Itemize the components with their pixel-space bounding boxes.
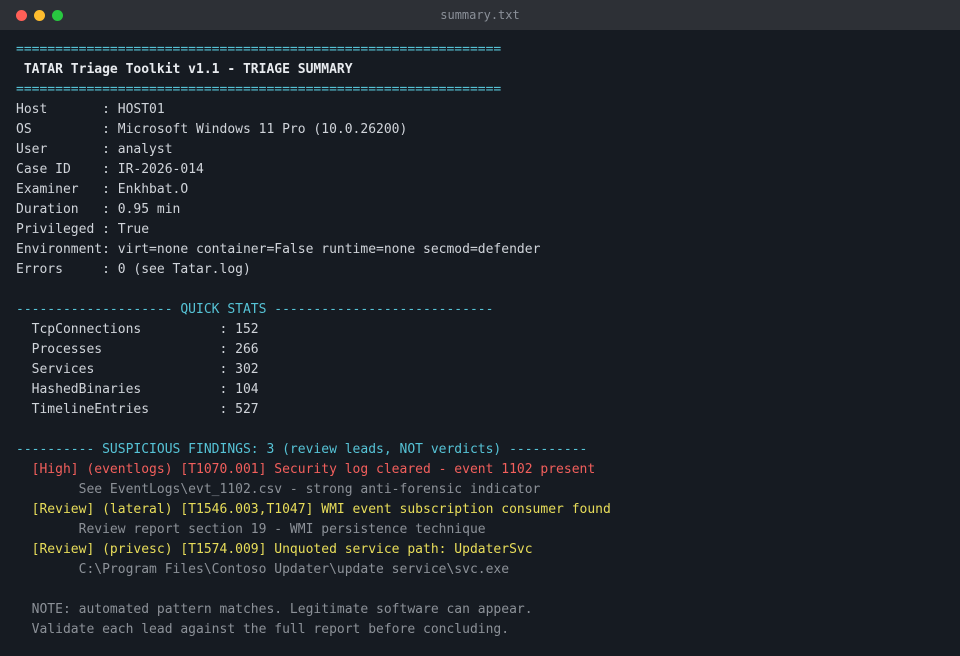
info-separator: : [102,262,118,277]
info-label: Privileged [16,222,103,237]
info-row-examiner: Examiner : Enkhbat.O [16,180,952,200]
stat-row: Processes : 266 [16,340,952,360]
summary-text[interactable]: ========================================… [16,40,952,640]
stat-separator: : [219,382,236,397]
info-separator: : [102,122,118,137]
info-value: virt=none container=False runtime=none s… [117,242,541,257]
stat-separator: : [219,362,236,377]
info-label: Host [16,102,103,117]
note-line: Validate each lead against the full repo… [16,622,510,637]
info-value: 0 (see Tatar.log) [117,262,251,277]
header-rule-top: ========================================… [16,42,502,57]
info-value: Microsoft Windows 11 Pro (10.0.26200) [117,122,408,137]
info-label: Examiner [16,182,103,197]
stat-value: 302 [235,362,259,377]
info-label: OS [16,122,103,137]
finding-detail: See EventLogs\evt_1102.csv - strong anti… [16,482,541,497]
finding-detail: C:\Program Files\Contoso Updater\update … [16,562,510,577]
info-separator: : [102,102,118,117]
info-separator: : [102,142,118,157]
stat-row: TimelineEntries : 527 [16,400,952,420]
stat-name: Processes [16,342,220,357]
info-row-os: OS : Microsoft Windows 11 Pro (10.0.2620… [16,120,952,140]
info-row-user: User : analyst [16,140,952,160]
info-row-privileged: Privileged : True [16,220,952,240]
stat-name: HashedBinaries [16,382,220,397]
finding-review: [Review] (lateral) [T1546.003,T1047] WMI… [16,502,611,517]
info-value: True [117,222,150,237]
findings-header: ---------- SUSPICIOUS FINDINGS: 3 (revie… [16,442,588,457]
stat-value: 527 [235,402,259,417]
stat-name: Services [16,362,220,377]
info-row-duration: Duration : 0.95 min [16,200,952,220]
info-value: analyst [117,142,173,157]
info-separator: : [102,202,118,217]
info-value: Enkhbat.O [117,182,189,197]
finding-review: [Review] (privesc) [T1574.009] Unquoted … [16,542,533,557]
stat-row: Services : 302 [16,360,952,380]
info-value: IR-2026-014 [117,162,204,177]
stat-value: 266 [235,342,259,357]
stat-name: TimelineEntries [16,402,220,417]
stat-value: 152 [235,322,259,337]
info-value: 0.95 min [117,202,181,217]
info-separator: : [102,222,118,237]
info-separator: : [102,162,118,177]
info-row-errors: Errors : 0 (see Tatar.log) [16,260,952,280]
quick-stats-header: -------------------- QUICK STATS -------… [16,302,494,317]
stat-row: HashedBinaries : 104 [16,380,952,400]
info-label: Environment [16,242,103,257]
title-bar: summary.txt [0,0,960,30]
finding-detail: Review report section 19 - WMI persisten… [16,522,486,537]
header-rule-bottom: ========================================… [16,82,502,97]
finding-high: [High] (eventlogs) [T1070.001] Security … [16,462,596,477]
info-label: Errors [16,262,103,277]
stat-name: TcpConnections [16,322,220,337]
info-label: Duration [16,202,103,217]
summary-title: TATAR Triage Toolkit v1.1 - TRIAGE SUMMA… [16,62,353,77]
stat-separator: : [219,402,236,417]
stat-separator: : [219,342,236,357]
info-row-case-id: Case ID : IR-2026-014 [16,160,952,180]
info-separator: : [102,182,118,197]
info-value: HOST01 [117,102,165,117]
info-label: User [16,142,103,157]
info-label: Case ID [16,162,103,177]
info-row-host: Host : HOST01 [16,100,952,120]
stat-row: TcpConnections : 152 [16,320,952,340]
terminal-window: summary.txt ============================… [0,0,960,656]
info-separator: : [102,242,118,257]
stat-value: 104 [235,382,259,397]
window-title: summary.txt [440,8,520,22]
note-line: NOTE: automated pattern matches. Legitim… [16,602,533,617]
stat-separator: : [219,322,236,337]
info-row-environment: Environment: virt=none container=False r… [16,240,952,260]
